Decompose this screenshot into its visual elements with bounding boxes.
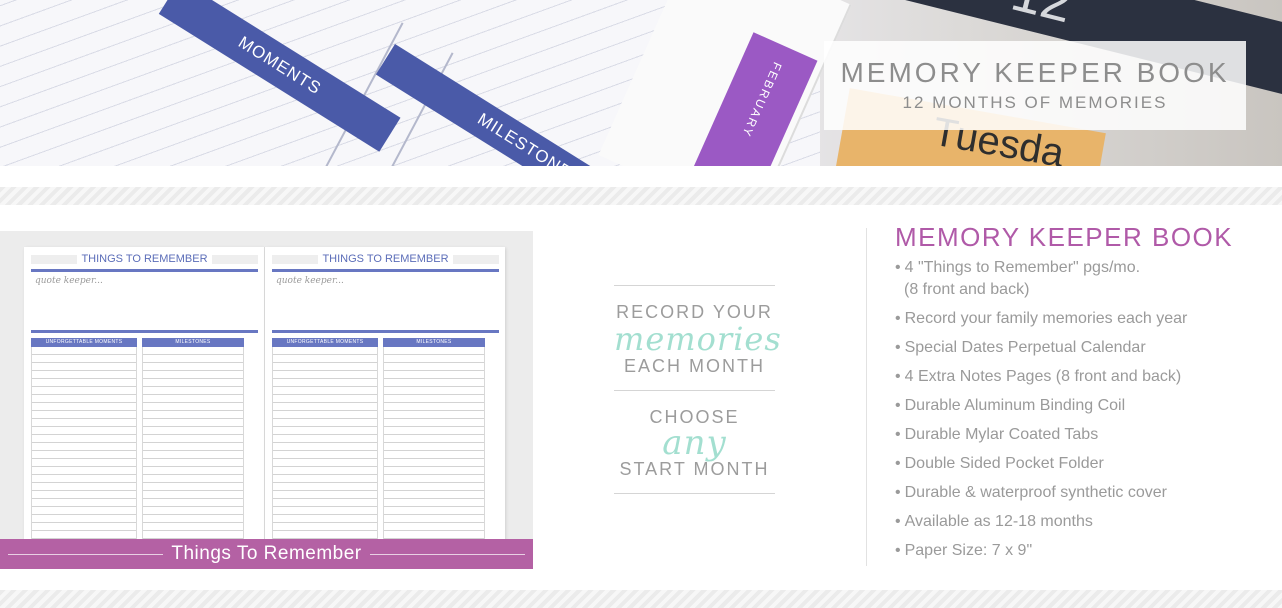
planner-preview: THINGS TO REMEMBER quote keeper... UNFOR…: [0, 231, 533, 569]
feature-text: 4 "Things to Remember" pgs/mo.: [904, 259, 1141, 276]
feature-text: Available as 12-18 months: [904, 513, 1093, 530]
column-header: MILESTONES: [142, 338, 244, 347]
promo-choose: CHOOSE any START MONTH: [614, 391, 775, 493]
feature-item: • 4 "Things to Remember" pgs/mo.: [895, 259, 1141, 276]
features-list: • 4 "Things to Remember" pgs/mo. (8 front…: [895, 257, 1275, 562]
preview-caption-label: Things To Remember: [171, 543, 362, 564]
column-header: UNFORGETTABLE MOMENTS: [272, 338, 378, 347]
feature-text: (8 front and back): [904, 281, 1030, 298]
hero-subtitle: 12 MONTHS OF MEMORIES: [902, 93, 1168, 112]
promo-record-script: memories: [614, 320, 782, 358]
promo-panel: RECORD YOUR memories EACH MONTH CHOOSE a…: [614, 285, 782, 494]
hero-title-box: MEMORY KEEPER BOOK 12 MONTHS OF MEMORIES: [824, 41, 1246, 130]
feature-text: Durable Aluminum Binding Coil: [904, 397, 1126, 414]
hero-ruler-number: 12: [1005, 0, 1079, 35]
promo-choose-script: any: [662, 423, 727, 463]
quote-box: quote keeper...: [272, 269, 499, 333]
stripe-divider-bottom: [0, 590, 1282, 608]
preview-caption: Things To Remember: [0, 539, 533, 569]
ruled-lines: [272, 347, 378, 542]
feature-item: • 4 Extra Notes Pages (8 front and back): [895, 368, 1182, 385]
sheet-header: THINGS TO REMEMBER: [272, 253, 499, 265]
sheet-header-label: THINGS TO REMEMBER: [77, 253, 212, 265]
feature-text: Double Sided Pocket Folder: [904, 455, 1104, 472]
feature-item: • Available as 12-18 months: [895, 513, 1093, 530]
planner-sheet: THINGS TO REMEMBER quote keeper... UNFOR…: [265, 247, 505, 543]
moments-column: UNFORGETTABLE MOMENTS: [272, 338, 378, 542]
stripe-divider-top: [0, 187, 1282, 205]
feature-item: • Special Dates Perpetual Calendar: [895, 339, 1146, 356]
sheet-header: THINGS TO REMEMBER: [31, 253, 258, 265]
hero-month-tab-label: FEBRUARY: [738, 60, 785, 140]
feature-item: • Durable & waterproof synthetic cover: [895, 484, 1167, 501]
feature-text: Record your family memories each year: [904, 310, 1188, 327]
promo-record: RECORD YOUR memories EACH MONTH: [614, 286, 782, 390]
feature-item: • Durable Aluminum Binding Coil: [895, 397, 1126, 414]
column-header: UNFORGETTABLE MOMENTS: [31, 338, 137, 347]
column-header: MILESTONES: [383, 338, 485, 347]
features-divider: [866, 228, 867, 566]
sheet-header-label: THINGS TO REMEMBER: [318, 253, 453, 265]
planner-sheet: THINGS TO REMEMBER quote keeper... UNFOR…: [24, 247, 264, 543]
quote-label: quote keeper...: [35, 276, 103, 286]
promo-record-line2: EACH MONTH: [624, 356, 765, 376]
promo-choose-line2: START MONTH: [619, 459, 770, 479]
milestones-column: MILESTONES: [142, 338, 244, 542]
feature-text: Special Dates Perpetual Calendar: [904, 339, 1146, 356]
feature-text: Durable Mylar Coated Tabs: [904, 426, 1099, 443]
quote-label: quote keeper...: [276, 276, 344, 286]
feature-item: • Durable Mylar Coated Tabs: [895, 426, 1099, 443]
feature-item: • Record your family memories each year: [895, 310, 1188, 327]
feature-item: • Paper Size: 7 x 9": [895, 542, 1033, 559]
moments-column: UNFORGETTABLE MOMENTS: [31, 338, 137, 542]
feature-text: Paper Size: 7 x 9": [904, 542, 1033, 559]
hero-title: MEMORY KEEPER BOOK: [840, 57, 1230, 88]
ruled-lines: [142, 347, 244, 542]
milestones-column: MILESTONES: [383, 338, 485, 542]
quote-box: quote keeper...: [31, 269, 258, 333]
feature-item: (8 front and back): [895, 279, 1275, 301]
features-panel: MEMORY KEEPER BOOK • 4 "Things to Remembe…: [895, 222, 1275, 569]
hero-banner: MOMENTS MILESTONES FEBRUARY 12 Tuesda ME…: [0, 0, 1282, 166]
feature-item: • Double Sided Pocket Folder: [895, 455, 1104, 472]
features-title: MEMORY KEEPER BOOK: [895, 222, 1234, 252]
ruled-lines: [383, 347, 485, 542]
ruled-lines: [31, 347, 137, 542]
promo-rule: [614, 493, 775, 494]
feature-text: Durable & waterproof synthetic cover: [904, 484, 1167, 501]
feature-text: 4 Extra Notes Pages (8 front and back): [904, 368, 1182, 385]
